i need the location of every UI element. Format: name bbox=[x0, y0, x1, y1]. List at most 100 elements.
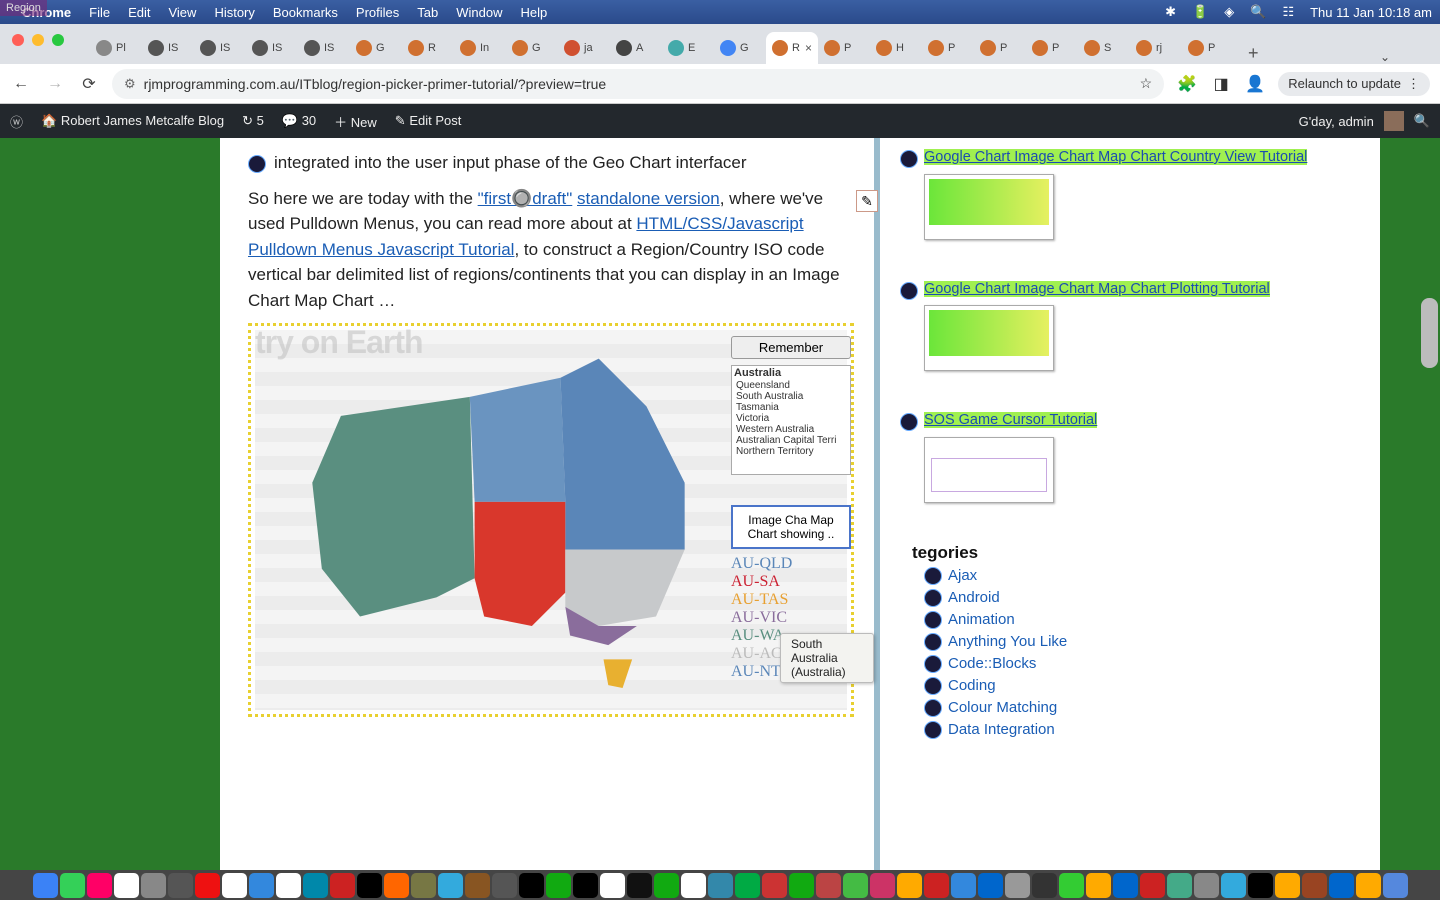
edit-shortcut-icon[interactable]: ✎ bbox=[856, 190, 878, 212]
wp-search-icon[interactable]: 🔍 bbox=[1414, 113, 1430, 129]
dock-app-icon[interactable] bbox=[978, 873, 1003, 898]
wp-site-link[interactable]: 🏠 Robert James Metcalfe Blog bbox=[41, 113, 224, 129]
wp-avatar[interactable] bbox=[1384, 111, 1404, 131]
mac-dock[interactable] bbox=[0, 870, 1440, 900]
dock-app-icon[interactable] bbox=[546, 873, 571, 898]
reload-button[interactable]: ⟳ bbox=[78, 74, 100, 94]
dock-app-icon[interactable] bbox=[276, 873, 301, 898]
dock-app-icon[interactable] bbox=[816, 873, 841, 898]
wifi-icon[interactable]: ◈ bbox=[1224, 4, 1234, 20]
category-link[interactable]: Anything You Like bbox=[924, 633, 1360, 651]
dock-app-icon[interactable] bbox=[1140, 873, 1165, 898]
dock-app-icon[interactable] bbox=[843, 873, 868, 898]
dock-app-icon[interactable] bbox=[735, 873, 760, 898]
remember-button[interactable]: Remember bbox=[731, 336, 851, 359]
wp-edit-post[interactable]: ✎ Edit Post bbox=[395, 113, 462, 129]
dock-app-icon[interactable] bbox=[1032, 873, 1057, 898]
browser-tab[interactable]: IS bbox=[246, 32, 298, 64]
browser-tab[interactable]: IS bbox=[298, 32, 350, 64]
category-link[interactable]: Ajax bbox=[924, 567, 1360, 585]
wp-new[interactable]: ＋ New bbox=[334, 112, 377, 131]
browser-tab[interactable]: Pl bbox=[90, 32, 142, 64]
dock-app-icon[interactable] bbox=[1302, 873, 1327, 898]
dock-app-icon[interactable] bbox=[1059, 873, 1084, 898]
control-center-icon[interactable]: ☷ bbox=[1282, 4, 1294, 20]
dock-app-icon[interactable] bbox=[1383, 873, 1408, 898]
category-link[interactable]: Animation bbox=[924, 611, 1360, 629]
dock-app-icon[interactable] bbox=[1086, 873, 1111, 898]
browser-tab[interactable]: G bbox=[506, 32, 558, 64]
region-option[interactable]: Australian Capital Terri bbox=[732, 435, 850, 446]
dock-app-icon[interactable] bbox=[654, 873, 679, 898]
browser-tab[interactable]: P bbox=[974, 32, 1026, 64]
dock-app-icon[interactable] bbox=[519, 873, 544, 898]
battery-icon[interactable]: 🔋 bbox=[1192, 4, 1208, 20]
dock-app-icon[interactable] bbox=[951, 873, 976, 898]
sidebar-link-2[interactable]: Google Chart Image Chart Map Chart Plott… bbox=[924, 280, 1360, 372]
region-option[interactable]: South Australia bbox=[732, 391, 850, 402]
browser-tab[interactable]: E bbox=[662, 32, 714, 64]
profile-icon[interactable]: 👤 bbox=[1244, 74, 1266, 94]
menu-history[interactable]: History bbox=[214, 5, 254, 20]
dock-app-icon[interactable] bbox=[681, 873, 706, 898]
bookmark-star-icon[interactable]: ☆ bbox=[1140, 75, 1153, 92]
dock-app-icon[interactable] bbox=[1221, 873, 1246, 898]
dock-app-icon[interactable] bbox=[222, 873, 247, 898]
region-tas[interactable] bbox=[603, 659, 632, 688]
dock-app-icon[interactable] bbox=[924, 873, 949, 898]
menu-bookmarks[interactable]: Bookmarks bbox=[273, 5, 338, 20]
menu-edit[interactable]: Edit bbox=[128, 5, 150, 20]
spotlight-icon[interactable]: 🔍 bbox=[1250, 4, 1266, 20]
sidebar-link-3[interactable]: SOS Game Cursor Tutorial bbox=[924, 411, 1360, 503]
region-option[interactable]: Western Australia bbox=[732, 424, 850, 435]
dock-app-icon[interactable] bbox=[411, 873, 436, 898]
dock-app-icon[interactable] bbox=[384, 873, 409, 898]
menubar-clock[interactable]: Thu 11 Jan 10:18 am bbox=[1310, 5, 1432, 20]
menu-help[interactable]: Help bbox=[521, 5, 548, 20]
side-panel-icon[interactable]: ◨ bbox=[1210, 74, 1232, 94]
dock-app-icon[interactable] bbox=[573, 873, 598, 898]
dock-app-icon[interactable] bbox=[1167, 873, 1192, 898]
dock-app-icon[interactable] bbox=[789, 873, 814, 898]
dock-app-icon[interactable] bbox=[141, 873, 166, 898]
browser-tab[interactable]: ja bbox=[558, 32, 610, 64]
category-link[interactable]: Android bbox=[924, 589, 1360, 607]
region-nsw[interactable] bbox=[565, 550, 684, 626]
dock-app-icon[interactable] bbox=[60, 873, 85, 898]
browser-tab[interactable]: IS bbox=[142, 32, 194, 64]
chrome-menu-icon[interactable]: ⋮ bbox=[1407, 76, 1420, 92]
region-qld[interactable] bbox=[561, 359, 685, 550]
dock-app-icon[interactable] bbox=[33, 873, 58, 898]
wp-logo-icon[interactable]: ⓦ bbox=[10, 112, 23, 131]
browser-tab[interactable]: H bbox=[870, 32, 922, 64]
dock-app-icon[interactable] bbox=[249, 873, 274, 898]
bluetooth-icon[interactable]: ✱ bbox=[1165, 4, 1176, 20]
dock-app-icon[interactable] bbox=[762, 873, 787, 898]
menu-tab[interactable]: Tab bbox=[417, 5, 438, 20]
browser-tab[interactable]: R bbox=[402, 32, 454, 64]
region-sa[interactable] bbox=[475, 502, 566, 626]
dock-app-icon[interactable] bbox=[1329, 873, 1354, 898]
dock-app-icon[interactable] bbox=[1248, 873, 1273, 898]
browser-tab[interactable]: R× bbox=[766, 32, 818, 64]
region-option[interactable]: Northern Territory bbox=[732, 446, 850, 457]
dock-app-icon[interactable] bbox=[168, 873, 193, 898]
dock-app-icon[interactable] bbox=[303, 873, 328, 898]
dock-app-icon[interactable] bbox=[330, 873, 355, 898]
site-info-icon[interactable]: ⚙ bbox=[124, 76, 136, 92]
extensions-icon[interactable]: 🧩 bbox=[1176, 74, 1198, 94]
menu-window[interactable]: Window bbox=[456, 5, 502, 20]
relaunch-button[interactable]: Relaunch to update ⋮ bbox=[1278, 72, 1430, 96]
first-draft-link[interactable]: "first🔘draft" bbox=[478, 189, 573, 208]
zoom-window-icon[interactable] bbox=[52, 34, 64, 46]
forward-button[interactable]: → bbox=[44, 75, 66, 93]
wp-greeting[interactable]: G'day, admin bbox=[1299, 114, 1374, 129]
dock-app-icon[interactable] bbox=[1194, 873, 1219, 898]
sidebar-link-1[interactable]: Google Chart Image Chart Map Chart Count… bbox=[924, 148, 1360, 240]
dock-app-icon[interactable] bbox=[114, 873, 139, 898]
dock-app-icon[interactable] bbox=[708, 873, 733, 898]
dock-app-icon[interactable] bbox=[1275, 873, 1300, 898]
dock-app-icon[interactable] bbox=[87, 873, 112, 898]
category-link[interactable]: Coding bbox=[924, 677, 1360, 695]
dock-app-icon[interactable] bbox=[870, 873, 895, 898]
